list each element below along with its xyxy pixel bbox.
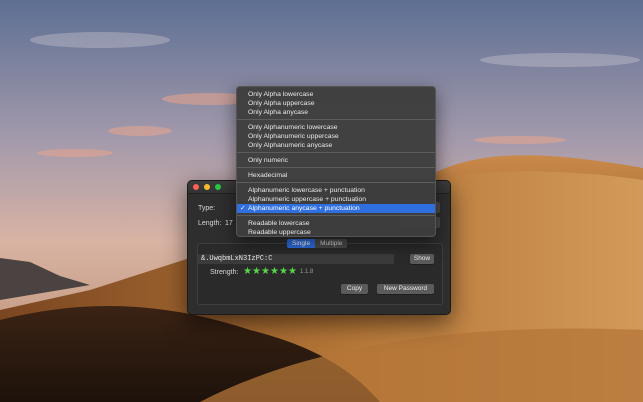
- menu-separator: [237, 167, 435, 168]
- zoom-window-button[interactable]: [215, 184, 221, 190]
- length-value: 17: [225, 220, 233, 227]
- show-button[interactable]: Show: [410, 254, 434, 264]
- menu-item-alpha-uppercase[interactable]: Only Alpha uppercase: [237, 99, 435, 108]
- type-label: Type:: [198, 205, 216, 212]
- star-icon: ★: [243, 266, 252, 277]
- segment-single[interactable]: Single: [287, 239, 316, 248]
- menu-item-label: Alphanumeric anycase + punctuation: [248, 205, 360, 212]
- menu-item-alnum-anycase[interactable]: Only Alphanumeric anycase: [237, 141, 435, 150]
- star-icon: ★: [279, 266, 288, 277]
- menu-item-alnum-lower-punct[interactable]: Alphanumeric lowercase + punctuation: [237, 186, 435, 195]
- password-field[interactable]: &.UwqbmLxN3IzPC:C: [198, 254, 394, 264]
- menu-item-readable-lowercase[interactable]: Readable lowercase: [237, 219, 435, 228]
- strength-label: Strength:: [210, 269, 239, 276]
- star-icon: ★: [288, 266, 297, 277]
- close-window-button[interactable]: [193, 184, 199, 190]
- checkmark-icon: ✓: [240, 205, 246, 212]
- menu-separator: [237, 152, 435, 153]
- menu-separator: [237, 182, 435, 183]
- strength-meter: ★ ★ ★ ★ ★ ★ 1.1.8: [243, 267, 313, 277]
- star-icon: ★: [252, 266, 261, 277]
- menu-item-alnum-any-punct[interactable]: ✓ Alphanumeric anycase + punctuation: [237, 204, 435, 213]
- menu-item-alpha-lowercase[interactable]: Only Alpha lowercase: [237, 90, 435, 99]
- menu-item-numeric[interactable]: Only numeric: [237, 156, 435, 165]
- strength-bits: 1.1.8: [300, 269, 314, 275]
- length-label: Length:: [198, 220, 222, 227]
- type-dropdown-menu: Only Alpha lowercase Only Alpha uppercas…: [236, 86, 436, 237]
- new-password-button[interactable]: New Password: [377, 284, 434, 294]
- menu-item-readable-uppercase[interactable]: Readable uppercase: [237, 228, 435, 237]
- segment-multiple[interactable]: Multiple: [315, 239, 347, 248]
- star-icon: ★: [270, 266, 279, 277]
- menu-separator: [237, 215, 435, 216]
- menu-item-alpha-anycase[interactable]: Only Alpha anycase: [237, 108, 435, 117]
- menu-item-alnum-uppercase[interactable]: Only Alphanumeric uppercase: [237, 132, 435, 141]
- star-icon: ★: [261, 266, 270, 277]
- menu-item-alnum-upper-punct[interactable]: Alphanumeric uppercase + punctuation: [237, 195, 435, 204]
- mode-segmented-control: Single Multiple: [287, 239, 348, 248]
- copy-button[interactable]: Copy: [341, 284, 368, 294]
- menu-item-alnum-lowercase[interactable]: Only Alphanumeric lowercase: [237, 123, 435, 132]
- minimize-window-button[interactable]: [204, 184, 210, 190]
- menu-separator: [237, 119, 435, 120]
- menu-item-hexadecimal[interactable]: Hexadecimal: [237, 171, 435, 180]
